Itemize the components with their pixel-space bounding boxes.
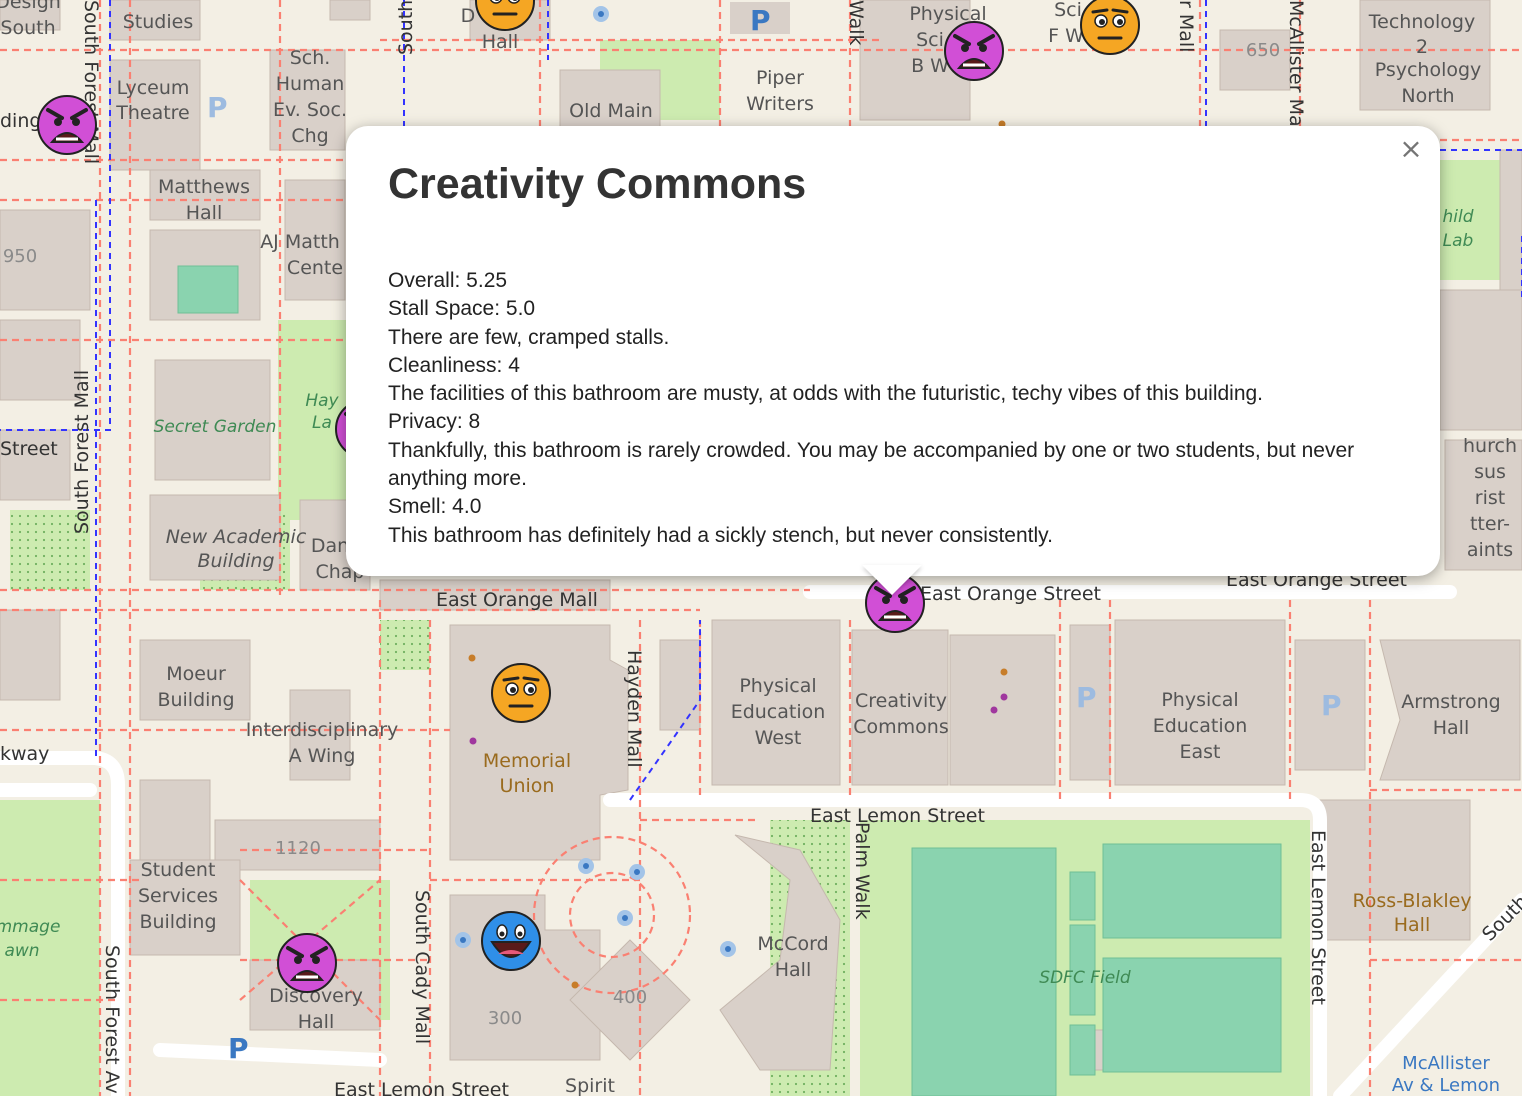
label-palm-walk: Palm Walk <box>851 822 873 920</box>
cleanliness-rating: Cleanliness: 4 <box>388 353 520 377</box>
neutral-face-icon <box>475 0 535 31</box>
smell-rating: Smell: 4.0 <box>388 495 482 519</box>
label-south-top: South <box>395 0 417 55</box>
label-mcallister-stop: McAllister Av & Lemon <box>1392 1053 1500 1096</box>
svg-text:1120: 1120 <box>275 838 321 859</box>
label-east-orange-mall: East Orange Mall <box>436 589 598 611</box>
rating-marker-angry[interactable] <box>36 94 98 156</box>
label-east-lemon-v: East Lemon Street <box>1307 830 1329 1005</box>
rating-marker-neutral[interactable] <box>1079 0 1141 56</box>
label-east-orange-street: East Orange Street <box>920 583 1101 605</box>
privacy-comment: Thankfully, this bathroom is rarely crow… <box>388 438 1355 491</box>
rating-marker-angry[interactable] <box>276 932 338 994</box>
angry-face-icon <box>277 933 337 993</box>
label-old-main: Old Main <box>569 100 653 122</box>
svg-text:P: P <box>750 4 771 37</box>
overall-rating: Overall: 5.25 <box>388 269 508 292</box>
label-south-cady-mall: South Cady Mall <box>411 890 433 1044</box>
label-south-forest-mall: South Forest Mall <box>71 370 93 534</box>
svg-text:300: 300 <box>488 1008 522 1029</box>
neutral-face-icon <box>491 663 551 723</box>
label-sdfc: SDFC Field <box>1039 968 1131 988</box>
svg-text:950: 950 <box>3 246 37 267</box>
label-street-left: Street <box>0 438 58 460</box>
angry-face-icon <box>37 95 97 155</box>
svg-text:P: P <box>1321 689 1342 722</box>
popup-title: Creativity Commons <box>388 160 807 208</box>
label-spirit: Spirit <box>565 1075 615 1096</box>
svg-text:P: P <box>228 1032 249 1065</box>
rating-marker-angry[interactable] <box>943 20 1005 82</box>
rating-marker-happy[interactable] <box>480 910 542 972</box>
label-walk: Walk <box>845 0 867 46</box>
stall-space-comment: There are few, cramped stalls. <box>388 325 670 349</box>
svg-text:P: P <box>1076 681 1097 714</box>
stall-space-rating: Stall Space: 5.0 <box>388 297 536 321</box>
privacy-rating: Privacy: 8 <box>388 410 481 434</box>
label-student-services: Student Services Building <box>138 859 218 933</box>
rating-marker-neutral[interactable] <box>474 0 536 32</box>
close-icon[interactable]: × <box>1396 134 1426 164</box>
label-hayden-mall: Hayden Mall <box>623 650 645 768</box>
svg-text:400: 400 <box>613 987 647 1008</box>
svg-text:650: 650 <box>1246 40 1280 61</box>
smell-comment: This bathroom has definitely had a sickl… <box>388 523 1053 547</box>
popup-tip <box>862 565 922 595</box>
popup-review: Overall: 5.25 Stall Space: 5.0 There are… <box>388 267 1368 550</box>
happy-face-icon <box>481 911 541 971</box>
cleanliness-comment: The facilities of this bathroom are must… <box>388 382 1264 406</box>
label-mcallister-mall: McAllister Mall <box>1285 0 1307 137</box>
label-family-studies: Studies <box>123 11 193 33</box>
neutral-face-icon <box>1080 0 1140 55</box>
label-design-south: Design South <box>0 0 61 39</box>
label-secret-garden: Secret Garden <box>154 417 277 437</box>
label-wrigley: Hall <box>482 31 519 53</box>
location-popup: × Creativity Commons Overall: 5.25 Stall… <box>346 126 1440 576</box>
svg-text:P: P <box>207 91 228 124</box>
label-east-lemon-street: East Lemon Street <box>810 805 985 827</box>
label-r-mall: r Mall <box>1175 0 1197 52</box>
label-kway: kway <box>0 743 49 765</box>
label-east-lemon-bottom: East Lemon Street <box>334 1079 509 1096</box>
rating-marker-neutral[interactable] <box>490 662 552 724</box>
label-south-forest-av: South Forest Av <box>101 945 123 1094</box>
angry-face-icon <box>944 21 1004 81</box>
